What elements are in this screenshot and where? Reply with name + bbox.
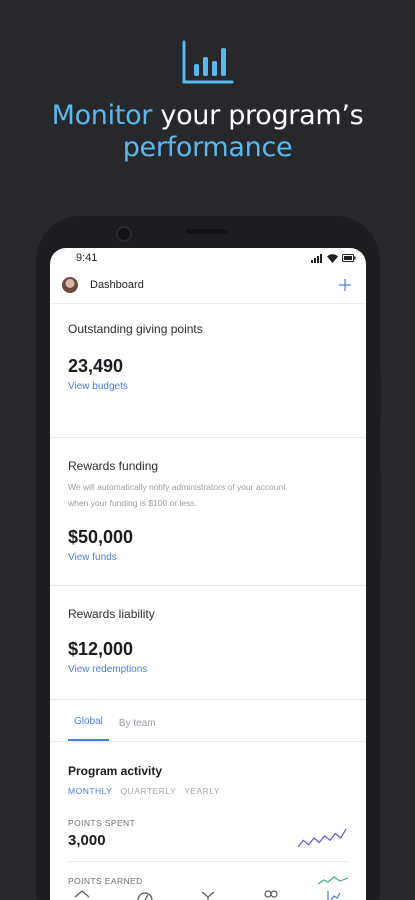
chart-icon[interactable] <box>325 888 343 900</box>
avatar[interactable] <box>62 276 78 293</box>
card-label: Rewards funding <box>68 459 159 473</box>
phone-screen: 9:41 Dashboard Outstanding giving points <box>50 248 366 900</box>
bottom-nav <box>50 884 366 900</box>
bar-chart-icon <box>182 40 234 84</box>
gift-icon[interactable] <box>199 888 217 900</box>
headline-highlight-performance: performance <box>122 132 293 163</box>
outstanding-points-card: Outstanding giving points 23,490 View bu… <box>50 304 366 438</box>
card-value: $50,000 <box>68 527 134 547</box>
card-value: $12,000 <box>68 639 134 659</box>
period-selector: MONTHLY QUARTERLY YEARLY <box>68 786 348 796</box>
plus-icon <box>339 278 351 291</box>
header-title: Dashboard <box>90 278 144 291</box>
headline: Monitor your program’s performance <box>0 100 415 164</box>
card-label: Rewards liability <box>68 607 155 621</box>
trend-up-icon <box>318 876 348 884</box>
card-description: We will automatically notify administrat… <box>68 482 286 508</box>
signal-icon <box>311 253 322 263</box>
card-label: Outstanding giving points <box>68 322 203 336</box>
sparkline-chart <box>297 828 347 848</box>
sparkline-series <box>297 828 347 848</box>
period-monthly[interactable]: MONTHLY <box>68 786 112 796</box>
gauge-icon[interactable] <box>136 888 154 900</box>
side-button <box>375 470 381 560</box>
add-button[interactable] <box>336 276 354 294</box>
status-icons <box>311 253 356 263</box>
status-bar: 9:41 <box>50 248 366 266</box>
tab-by-team[interactable]: By team <box>113 718 162 741</box>
people-icon[interactable] <box>262 888 280 900</box>
speaker <box>186 229 228 234</box>
view-tabs: Global By team <box>50 700 366 742</box>
points-spent-value: 3,000 <box>68 832 106 849</box>
status-time: 9:41 <box>76 252 98 264</box>
period-yearly[interactable]: YEARLY <box>184 786 220 796</box>
points-spent-label: POINTS SPENT <box>68 818 136 828</box>
battery-icon <box>342 254 356 262</box>
view-budgets-link[interactable]: View budgets <box>68 381 348 392</box>
rewards-liability-card: Rewards liability $12,000 View redemptio… <box>50 586 366 700</box>
points-spent-row: POINTS SPENT 3,000 <box>68 818 348 862</box>
headline-highlight-monitor: Monitor <box>51 100 153 131</box>
period-quarterly[interactable]: QUARTERLY <box>120 786 176 796</box>
program-activity: Program activity MONTHLY QUARTERLY YEARL… <box>50 764 366 886</box>
view-funds-link[interactable]: View funds <box>68 552 348 563</box>
app-header: Dashboard <box>50 266 366 304</box>
view-redemptions-link[interactable]: View redemptions <box>68 664 348 675</box>
headline-text: your program’s <box>152 100 364 131</box>
camera <box>116 226 132 242</box>
side-button <box>375 370 381 420</box>
home-icon[interactable] <box>73 888 91 900</box>
tab-global[interactable]: Global <box>68 716 109 741</box>
wifi-icon <box>327 253 338 263</box>
card-value: 23,490 <box>68 356 124 376</box>
activity-heading: Program activity <box>68 764 163 778</box>
rewards-funding-card: Rewards funding We will automatically no… <box>50 438 366 586</box>
